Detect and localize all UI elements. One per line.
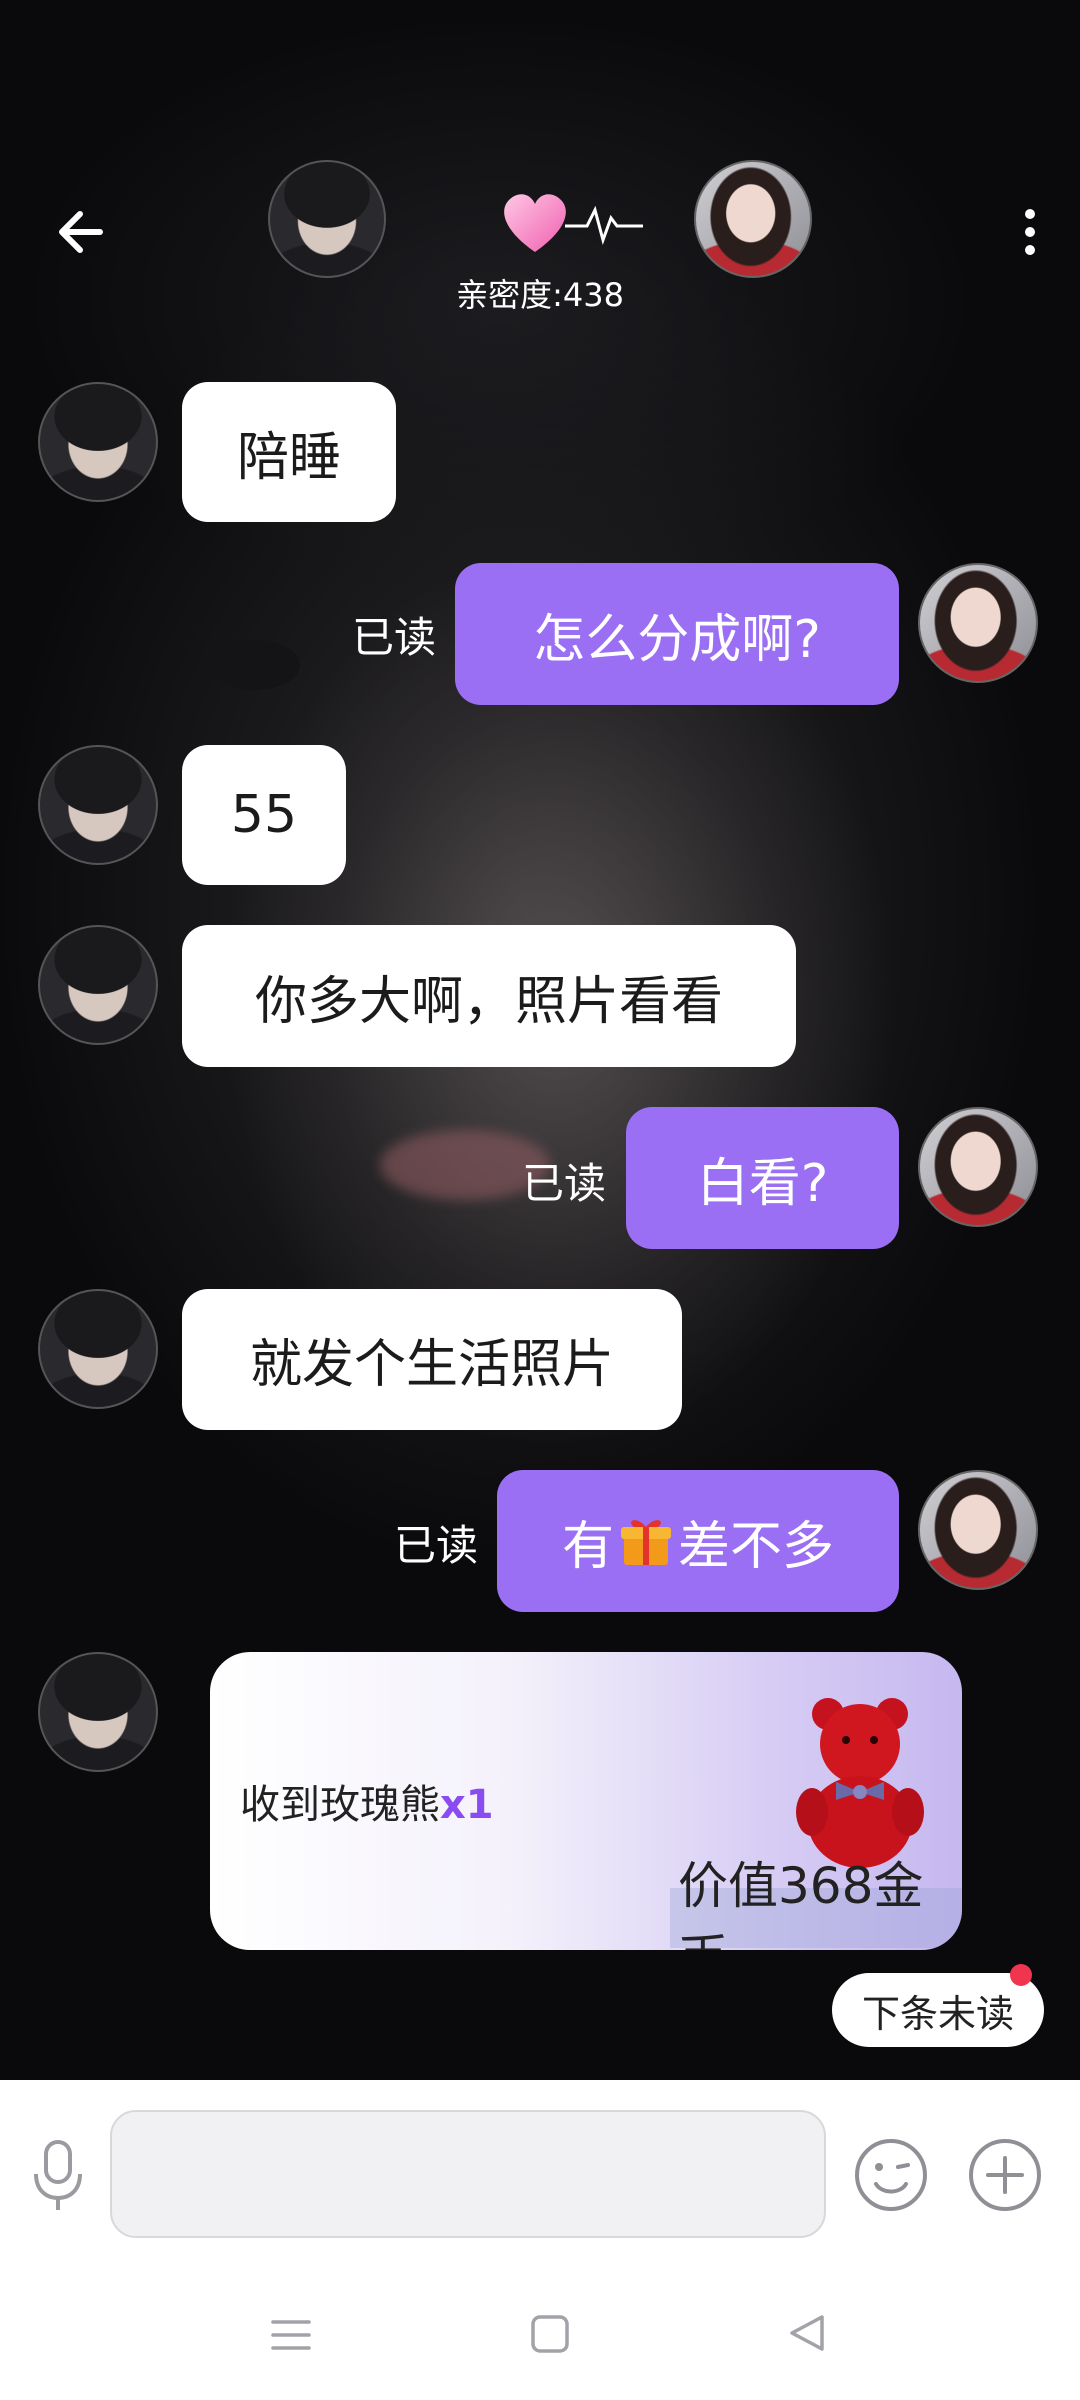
incoming-avatar[interactable] (38, 1289, 158, 1409)
outgoing-avatar[interactable] (918, 1107, 1038, 1227)
menu-icon[interactable] (270, 2314, 312, 2356)
incoming-avatar[interactable] (38, 1652, 158, 1772)
incoming-message-bubble[interactable]: 陪睡 (182, 382, 396, 522)
outgoing-avatar[interactable] (918, 1470, 1038, 1590)
home-icon[interactable] (530, 2314, 570, 2354)
system-nav-bar (0, 2270, 1080, 2400)
gift-box-icon (618, 1513, 674, 1569)
chat-header: 亲密度:438 (0, 140, 1080, 320)
background-left-eye (210, 640, 300, 690)
incoming-message-bubble[interactable]: 55 (182, 745, 346, 885)
incoming-avatar[interactable] (38, 925, 158, 1045)
read-status: 已读 (521, 1159, 606, 1208)
incoming-avatar[interactable] (38, 382, 158, 502)
emoji-icon[interactable] (852, 2136, 930, 2214)
message-text-before: 有 (561, 1516, 614, 1577)
plus-icon[interactable] (966, 2136, 1044, 2214)
incoming-avatar[interactable] (38, 745, 158, 865)
heart-pulse-icon (495, 182, 645, 262)
gift-name: 收到玫瑰熊 (240, 1782, 440, 1828)
microphone-icon[interactable] (30, 2138, 86, 2214)
outgoing-avatar[interactable] (918, 563, 1038, 683)
more-vertical-icon[interactable] (1010, 202, 1050, 262)
outgoing-message-bubble[interactable]: 白看? (626, 1107, 899, 1249)
outgoing-message-bubble[interactable]: 有 差不多 (497, 1470, 899, 1612)
unread-dot (1010, 1964, 1032, 1986)
read-status: 已读 (351, 613, 436, 662)
next-unread-button[interactable]: 下条未读 (832, 1973, 1044, 2047)
nav-back-icon[interactable] (786, 2312, 828, 2354)
back-arrow-icon[interactable] (50, 200, 114, 264)
gift-multiplier: x1 (440, 1782, 494, 1828)
rose-bear-icon (790, 1692, 930, 1872)
incoming-message-bubble[interactable]: 就发个生活照片 (182, 1289, 682, 1430)
my-avatar[interactable] (694, 160, 812, 278)
partner-avatar[interactable] (268, 160, 386, 278)
intimacy-score: 亲密度:438 (456, 276, 624, 314)
read-status: 已读 (393, 1521, 478, 1570)
message-input[interactable] (110, 2110, 826, 2238)
gift-value-label: 价值368金币 (670, 1857, 962, 1950)
message-text-after: 差不多 (678, 1516, 835, 1577)
incoming-message-bubble[interactable]: 你多大啊，照片看看 (182, 925, 796, 1067)
gift-card[interactable]: 收到玫瑰熊x1 价值368金币 (210, 1652, 962, 1950)
input-bar (0, 2080, 1080, 2270)
gift-received-label: 收到玫瑰熊x1 (240, 1772, 494, 1830)
outgoing-message-bubble[interactable]: 怎么分成啊? (455, 563, 899, 705)
